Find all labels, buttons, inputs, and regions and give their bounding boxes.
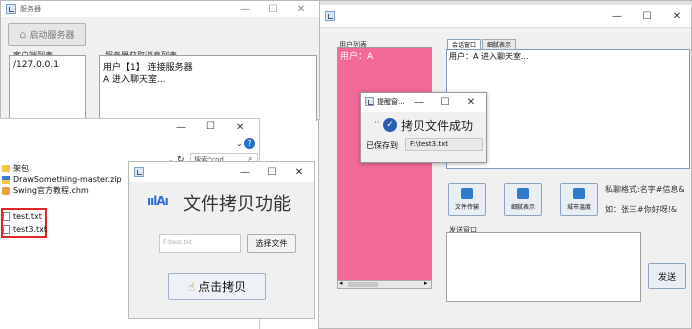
dialog-message: 拷贝文件成功 bbox=[401, 119, 474, 133]
chat-window-titlebar: — ☐ ✕ bbox=[319, 5, 691, 28]
close-button[interactable]: ✕ bbox=[287, 1, 315, 17]
copy-window-titlebar: — ☐ ✕ bbox=[129, 162, 314, 182]
maximize-button[interactable]: ☐ bbox=[259, 1, 287, 17]
city-temperature-label: 城市温度 bbox=[566, 204, 591, 211]
help-icon[interactable]: ? bbox=[244, 138, 255, 149]
file-path-placeholder: F:\test.txt bbox=[163, 239, 192, 246]
private-chat-example: 如：张三#你好呀!& bbox=[605, 205, 678, 214]
start-server-label: 启动服务器 bbox=[29, 31, 75, 41]
close-button[interactable]: ✕ bbox=[236, 122, 244, 133]
send-textarea[interactable] bbox=[446, 232, 641, 302]
copy-window: — ☐ ✕ ıılAı 文件拷贝功能 F:\test.txt 选择文件 ☝ 点击… bbox=[128, 161, 315, 319]
minimize-button[interactable]: — bbox=[176, 122, 186, 133]
java-app-icon bbox=[365, 97, 374, 106]
maximize-button[interactable]: ☐ bbox=[258, 162, 286, 182]
file-path-input[interactable]: F:\test.txt bbox=[159, 234, 241, 253]
txt-icon bbox=[3, 211, 10, 221]
copy-window-title: 文件拷贝功能 bbox=[183, 194, 291, 215]
server-window-titlebar: 服务器 — ☐ ✕ bbox=[1, 1, 319, 17]
close-button[interactable]: ✕ bbox=[285, 162, 313, 182]
scroll-thumb[interactable] bbox=[348, 282, 378, 287]
java-app-icon bbox=[6, 4, 16, 14]
send-button[interactable]: 发送 bbox=[648, 263, 686, 289]
thermometer-icon bbox=[573, 188, 585, 199]
private-chat-hint: 私聊格式:名字#信息& bbox=[605, 185, 685, 194]
file-transfer-button[interactable]: 文件传输 bbox=[448, 183, 486, 216]
send-button-label: 发送 bbox=[657, 272, 676, 283]
file-list-item[interactable]: test3.txt bbox=[3, 223, 47, 235]
detail-icon bbox=[517, 188, 529, 199]
minimize-button[interactable]: — bbox=[231, 162, 259, 182]
user-list-hscrollbar[interactable]: ◂ ▸ bbox=[337, 279, 432, 289]
saved-path: F:\test3.txt bbox=[410, 140, 448, 148]
tab-detail-label: 细腻表示 bbox=[486, 42, 511, 49]
dialog-title: 提醒窗... bbox=[377, 98, 405, 106]
chm-icon bbox=[2, 186, 10, 195]
close-button[interactable]: ✕ bbox=[663, 5, 691, 27]
check-circle-icon: ✓ bbox=[383, 118, 397, 132]
detail-label: 细腻表示 bbox=[510, 204, 535, 211]
file-name: test3.txt bbox=[13, 224, 48, 234]
chevron-down-icon[interactable]: ⌄ bbox=[236, 139, 243, 148]
file-transfer-label: 文件传输 bbox=[454, 204, 479, 211]
saved-path-field: F:\test3.txt bbox=[405, 138, 483, 151]
maximize-button[interactable]: ☐ bbox=[433, 93, 457, 112]
dialog-titlebar: 提醒窗... — ☐ ✕ bbox=[361, 93, 486, 112]
start-server-button[interactable]: ⌂ 启动服务器 bbox=[8, 23, 86, 46]
file-list-item[interactable]: 架包 bbox=[2, 163, 29, 174]
java-app-icon bbox=[325, 11, 335, 21]
choose-file-button[interactable]: 选择文件 bbox=[247, 234, 296, 253]
file-name: test.txt bbox=[13, 211, 42, 221]
copy-button[interactable]: ☝ 点击拷贝 bbox=[168, 273, 266, 300]
client-list[interactable]: /127.0.0.1 bbox=[9, 55, 86, 121]
tab-chat-label: 会话窗口 bbox=[451, 42, 476, 49]
server-messages-list[interactable]: 用户【1】 连接服务器 A 进入聊天室... bbox=[99, 55, 317, 121]
minimize-button[interactable]: — bbox=[231, 1, 259, 17]
choose-file-label: 选择文件 bbox=[255, 239, 288, 248]
dots-icon: ·· bbox=[374, 118, 380, 128]
file-list-item[interactable]: DrawSomething-master.zip bbox=[2, 174, 122, 185]
server-window-title: 服务器 bbox=[20, 5, 41, 13]
txt-icon bbox=[3, 224, 10, 234]
tab-detail[interactable]: 细腻表示 bbox=[482, 39, 516, 49]
file-name: DrawSomething-master.zip bbox=[13, 175, 122, 184]
client-list-item[interactable]: /127.0.0.1 bbox=[13, 60, 59, 70]
home-icon: ⌂ bbox=[19, 28, 27, 41]
success-dialog: 提醒窗... — ☐ ✕ ·· ✓ 拷贝文件成功 已保存到 F:\test3.t… bbox=[360, 92, 487, 163]
zip-icon bbox=[2, 175, 10, 184]
file-name: 架包 bbox=[13, 164, 29, 173]
chat-window: — ☐ ✕ 用户列表 用户：A ◂ ▸ 会话窗口 细腻表示 用户：A 进入聊天室… bbox=[318, 0, 692, 329]
file-list-item[interactable]: test.txt bbox=[3, 210, 42, 222]
city-temperature-button[interactable]: 城市温度 bbox=[560, 183, 598, 216]
server-message: A 进入聊天室... bbox=[103, 75, 166, 85]
minimize-button[interactable]: — bbox=[407, 93, 431, 112]
user-list-item[interactable]: 用户：A bbox=[340, 49, 373, 62]
hand-pointer-icon: ☝ bbox=[187, 279, 196, 294]
server-window: 服务器 — ☐ ✕ ⌂ 启动服务器 客户端列表 /127.0.0.1 服务器获取… bbox=[0, 0, 320, 121]
maximize-button[interactable]: ☐ bbox=[206, 121, 215, 132]
maximize-button[interactable]: ☐ bbox=[633, 5, 661, 27]
minimize-button[interactable]: — bbox=[603, 5, 631, 27]
tab-chat[interactable]: 会话窗口 bbox=[447, 39, 481, 49]
audio-logo-icon: ıılAı bbox=[147, 194, 169, 208]
folder-icon bbox=[2, 165, 10, 172]
user-list[interactable]: 用户：A bbox=[337, 47, 432, 289]
chat-message: 用户：A 进入聊天室... bbox=[449, 52, 529, 61]
file-transfer-icon bbox=[461, 188, 473, 199]
scroll-left-icon[interactable]: ◂ bbox=[339, 279, 343, 287]
scroll-right-icon[interactable]: ▸ bbox=[424, 279, 428, 287]
saved-to-label: 已保存到 bbox=[366, 141, 398, 150]
copy-button-label: 点击拷贝 bbox=[198, 280, 247, 294]
file-name: Swing官方教程.chm bbox=[13, 186, 89, 195]
detail-button[interactable]: 细腻表示 bbox=[504, 183, 542, 216]
java-app-icon bbox=[134, 167, 144, 177]
close-button[interactable]: ✕ bbox=[459, 93, 483, 112]
file-list-item[interactable]: Swing官方教程.chm bbox=[2, 185, 89, 196]
